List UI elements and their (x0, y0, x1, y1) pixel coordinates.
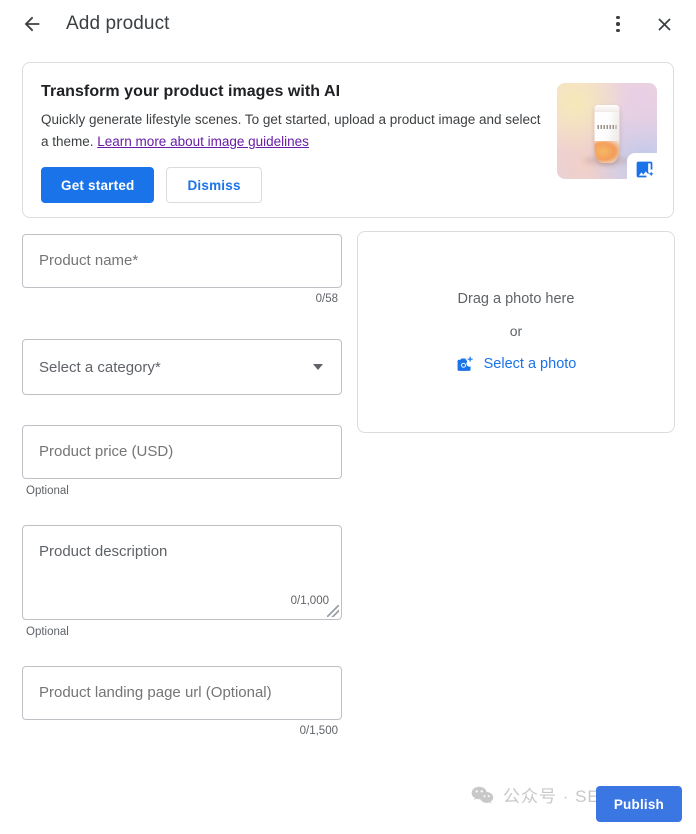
promo-title: Transform your product images with AI (41, 83, 341, 100)
product-price-input[interactable] (22, 425, 342, 479)
promo-body: Quickly generate lifestyle scenes. To ge… (41, 109, 541, 153)
category-select[interactable]: Select a category* (22, 339, 342, 395)
dropzone-drag-text: Drag a photo here (457, 290, 575, 307)
product-description-input[interactable]: Product description 0/1,000 (22, 525, 342, 620)
page-title: Add product (66, 13, 170, 34)
arrow-back-icon (24, 16, 40, 32)
product-name-field-group: 0/58 (22, 234, 342, 305)
category-field-group: Select a category* (22, 339, 342, 395)
dismiss-button[interactable]: Dismiss (166, 167, 262, 203)
image-guidelines-link[interactable]: Learn more about image guidelines (97, 134, 309, 149)
add-product-page: Add product Transform your product image… (0, 0, 696, 834)
product-name-counter: 0/58 (315, 293, 338, 305)
product-description-counter: 0/1,000 (290, 595, 329, 607)
landing-url-field-group: 0/1,500 (22, 666, 342, 737)
chevron-down-icon (313, 364, 323, 370)
close-icon (657, 17, 671, 31)
tube-cap (594, 105, 620, 112)
ai-badge (627, 153, 657, 179)
dropzone-or-text: or (509, 322, 523, 339)
add-a-photo-icon (457, 356, 473, 371)
ai-promo-banner: Transform your product images with AI Qu… (22, 62, 674, 218)
publish-button[interactable]: Publish (595, 786, 682, 822)
dot (616, 15, 620, 20)
more-vert-icon (616, 15, 620, 33)
tube-label (597, 125, 617, 129)
more-options-button[interactable] (598, 4, 638, 44)
close-button[interactable] (644, 4, 684, 44)
landing-url-counter: 0/1,500 (299, 725, 338, 737)
dot (616, 28, 620, 33)
wechat-icon (471, 785, 494, 805)
dot (616, 22, 620, 26)
product-landing-url-input[interactable] (22, 666, 342, 720)
product-form: 0/58 Select a category* Optional Product… (22, 234, 342, 737)
top-app-bar: Add product (0, 0, 696, 48)
promo-thumbnail (557, 83, 657, 179)
select-a-photo-button[interactable]: Select a photo (456, 355, 577, 374)
tube-swirl (594, 141, 620, 163)
get-started-button[interactable]: Get started (41, 167, 155, 203)
category-select-label: Select a category* (39, 358, 161, 376)
back-button[interactable] (12, 4, 52, 44)
ai-image-sparkle-icon (636, 161, 654, 177)
description-helper-text: Optional (26, 626, 69, 638)
photo-dropzone[interactable]: Drag a photo here or Select a photo (357, 231, 675, 433)
product-description-placeholder: Product description (39, 543, 168, 560)
description-field-group: Product description 0/1,000 Optional (22, 525, 342, 638)
product-name-input[interactable] (22, 234, 342, 288)
price-helper-text: Optional (26, 485, 69, 497)
price-field-group: Optional (22, 425, 342, 497)
promo-actions: Get started Dismiss (41, 167, 262, 203)
select-a-photo-label: Select a photo (483, 356, 577, 372)
product-tube (594, 105, 620, 163)
